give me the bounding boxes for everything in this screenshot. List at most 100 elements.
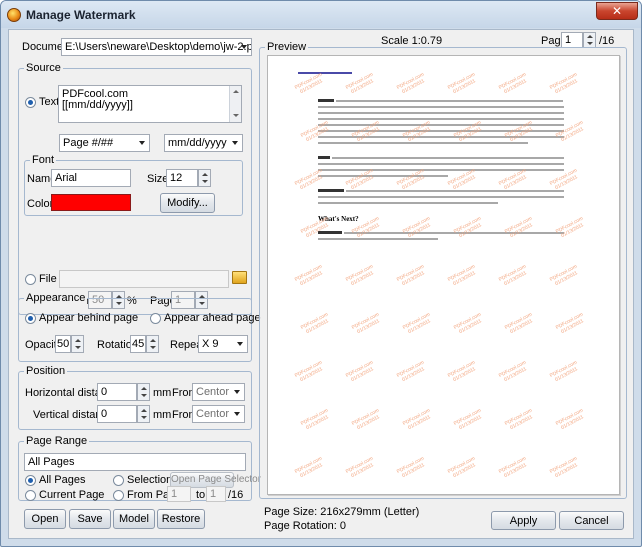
horizontal-from-value: Centor — [196, 386, 230, 398]
modify-font-button[interactable]: Modify... — [160, 193, 215, 213]
source-file-label: File — [39, 273, 57, 285]
watermark-tile: PDFcool.com 01/13/2011 — [292, 263, 328, 290]
from-page-radio[interactable] — [113, 490, 124, 501]
model-button[interactable]: Model — [113, 509, 155, 529]
watermark-tile: PDFcool.com 01/13/2011 — [547, 359, 583, 386]
spinner-arrows-icon[interactable] — [71, 335, 84, 353]
appearance-group: Appearance Appear behind page Appear ahe… — [18, 292, 261, 362]
appear-ahead-radio[interactable] — [150, 313, 161, 324]
chevron-down-icon — [232, 141, 238, 145]
appear-behind-radio[interactable] — [25, 313, 36, 324]
header-rule — [298, 72, 352, 74]
watermark-tile: PDFcool.com 01/13/2011 — [451, 215, 487, 242]
save-button[interactable]: Save — [69, 509, 111, 529]
preview-group-title: Preview — [265, 41, 309, 53]
document-select[interactable]: E:\Users\neware\Desktop\demo\jw-2.pdf — [61, 38, 252, 56]
apply-button[interactable]: Apply — [491, 511, 556, 530]
spinner-arrows-icon[interactable] — [137, 383, 150, 401]
doc-text-line — [318, 112, 564, 114]
from-page-input[interactable]: 1 — [167, 486, 191, 502]
spinner-arrows-icon[interactable] — [137, 405, 150, 423]
font-size-value[interactable]: 12 — [166, 169, 198, 187]
repeat-select[interactable]: X 9 — [198, 335, 248, 353]
font-name-input[interactable]: Arial — [51, 169, 131, 187]
preview-page[interactable]: What's Next? PDFcool.com 01/13/2011 PDFcoo… — [267, 55, 620, 495]
date-format-value: mm/dd/yyyy — [168, 137, 227, 149]
all-pages-radio[interactable] — [25, 475, 36, 486]
restore-button[interactable]: Restore — [157, 509, 205, 529]
watermark-tile: PDFcool.com 01/13/2011 — [502, 311, 538, 338]
position-group-title: Position — [24, 365, 68, 377]
horizontal-distance-value[interactable]: 0 — [97, 383, 137, 401]
opacity-value[interactable]: 50 — [55, 335, 71, 353]
watermark-tile: PDFcool.com 01/13/2011 — [394, 455, 430, 482]
all-pages-label: All Pages — [39, 474, 86, 486]
spinner-arrows-icon[interactable] — [198, 169, 211, 187]
vertical-distance-value[interactable]: 0 — [97, 405, 137, 423]
title-bar[interactable]: Manage Watermark ✕ — [1, 1, 641, 28]
doc-text-line — [318, 202, 498, 204]
horizontal-distance-spinner[interactable]: 0 — [97, 383, 150, 401]
cancel-button[interactable]: Cancel — [559, 511, 624, 530]
page-format-select[interactable]: Page #/## — [59, 134, 150, 152]
app-icon — [7, 8, 21, 22]
watermark-tile: PDFcool.com 01/13/2011 — [547, 455, 583, 482]
watermark-tile: PDFcool.com 01/13/2011 — [451, 407, 487, 434]
watermark-tile: PDFcool.com 01/13/2011 — [394, 359, 430, 386]
to-page-input[interactable]: 1 — [206, 486, 226, 502]
chevron-down-icon — [234, 390, 240, 394]
preview-page-spinner[interactable]: 1 — [561, 32, 596, 48]
scroll-down-icon[interactable] — [233, 114, 239, 117]
to-label: to — [196, 489, 206, 501]
watermark-tile: PDFcool.com 01/13/2011 — [343, 359, 379, 386]
preview-group: Preview What's Next? PDFcool.com 01/13/2… — [259, 41, 627, 499]
watermark-text-line-2: [[mm/dd/yyyy]] — [62, 99, 133, 111]
date-format-select[interactable]: mm/dd/yyyy — [164, 134, 243, 152]
watermark-tile: PDFcool.com 01/13/2011 — [553, 119, 589, 146]
page-range-group: Page Range All Pages All Pages Selection… — [18, 435, 261, 502]
watermark-tile: PDFcool.com 01/13/2011 — [292, 359, 328, 386]
watermark-tile: PDFcool.com 01/13/2011 — [343, 455, 379, 482]
font-size-spinner[interactable]: 12 — [166, 169, 211, 187]
position-group: Position Horizontal distance 0 mm From C… — [18, 365, 252, 430]
watermark-tile: PDFcool.com 01/13/2011 — [292, 455, 328, 482]
open-button[interactable]: Open — [24, 509, 66, 529]
watermark-tile: PDFcool.com 01/13/2011 — [547, 263, 583, 290]
font-group: Font Name Arial Size 12 Color Modify... — [24, 154, 243, 216]
page-rotation-label: Page Rotation: 0 — [264, 520, 346, 532]
spinner-arrows-icon[interactable] — [583, 32, 596, 48]
watermark-tile: PDFcool.com 01/13/2011 — [349, 407, 385, 434]
font-color-swatch[interactable] — [51, 194, 131, 211]
watermark-text-input[interactable]: PDFcool.com [[mm/dd/yyyy]] — [58, 85, 242, 123]
source-file-radio[interactable] — [25, 274, 36, 285]
source-text-radio[interactable] — [25, 97, 36, 108]
source-group-title: Source — [24, 62, 63, 74]
file-path-input[interactable] — [59, 270, 229, 288]
current-page-radio[interactable] — [25, 490, 36, 501]
preview-page-value[interactable]: 1 — [561, 32, 583, 48]
selection-radio[interactable] — [113, 475, 124, 486]
scroll-up-icon[interactable] — [233, 90, 239, 93]
close-button[interactable]: ✕ — [596, 2, 638, 20]
chevron-down-icon — [139, 141, 145, 145]
current-page-label: Current Page — [39, 489, 105, 501]
dialog-body: Document E:\Users\neware\Desktop\demo\jw… — [8, 29, 634, 539]
document-path: E:\Users\neware\Desktop\demo\jw-2.pdf — [65, 41, 252, 53]
spinner-arrows-icon[interactable] — [146, 335, 159, 353]
page-range-input[interactable]: All Pages — [24, 453, 246, 471]
vertical-from-select[interactable]: Centor — [192, 405, 245, 423]
doc-text-line — [318, 106, 564, 108]
watermark-tile: PDFcool.com 01/13/2011 — [400, 311, 436, 338]
text-scrollbar[interactable] — [229, 86, 241, 122]
opacity-spinner[interactable]: 50 — [55, 335, 84, 353]
rotation-spinner[interactable]: 45 — [130, 335, 159, 353]
vertical-unit: mm — [153, 409, 172, 421]
watermark-tile: PDFcool.com 01/13/2011 — [496, 455, 532, 482]
selection-label: Selection — [127, 474, 173, 486]
watermark-tile: PDFcool.com 01/13/2011 — [394, 71, 430, 98]
folder-icon[interactable] — [232, 271, 247, 284]
doc-text-line — [318, 142, 528, 144]
vertical-distance-spinner[interactable]: 0 — [97, 405, 150, 423]
horizontal-from-select[interactable]: Centor — [192, 383, 245, 401]
rotation-value[interactable]: 45 — [130, 335, 146, 353]
